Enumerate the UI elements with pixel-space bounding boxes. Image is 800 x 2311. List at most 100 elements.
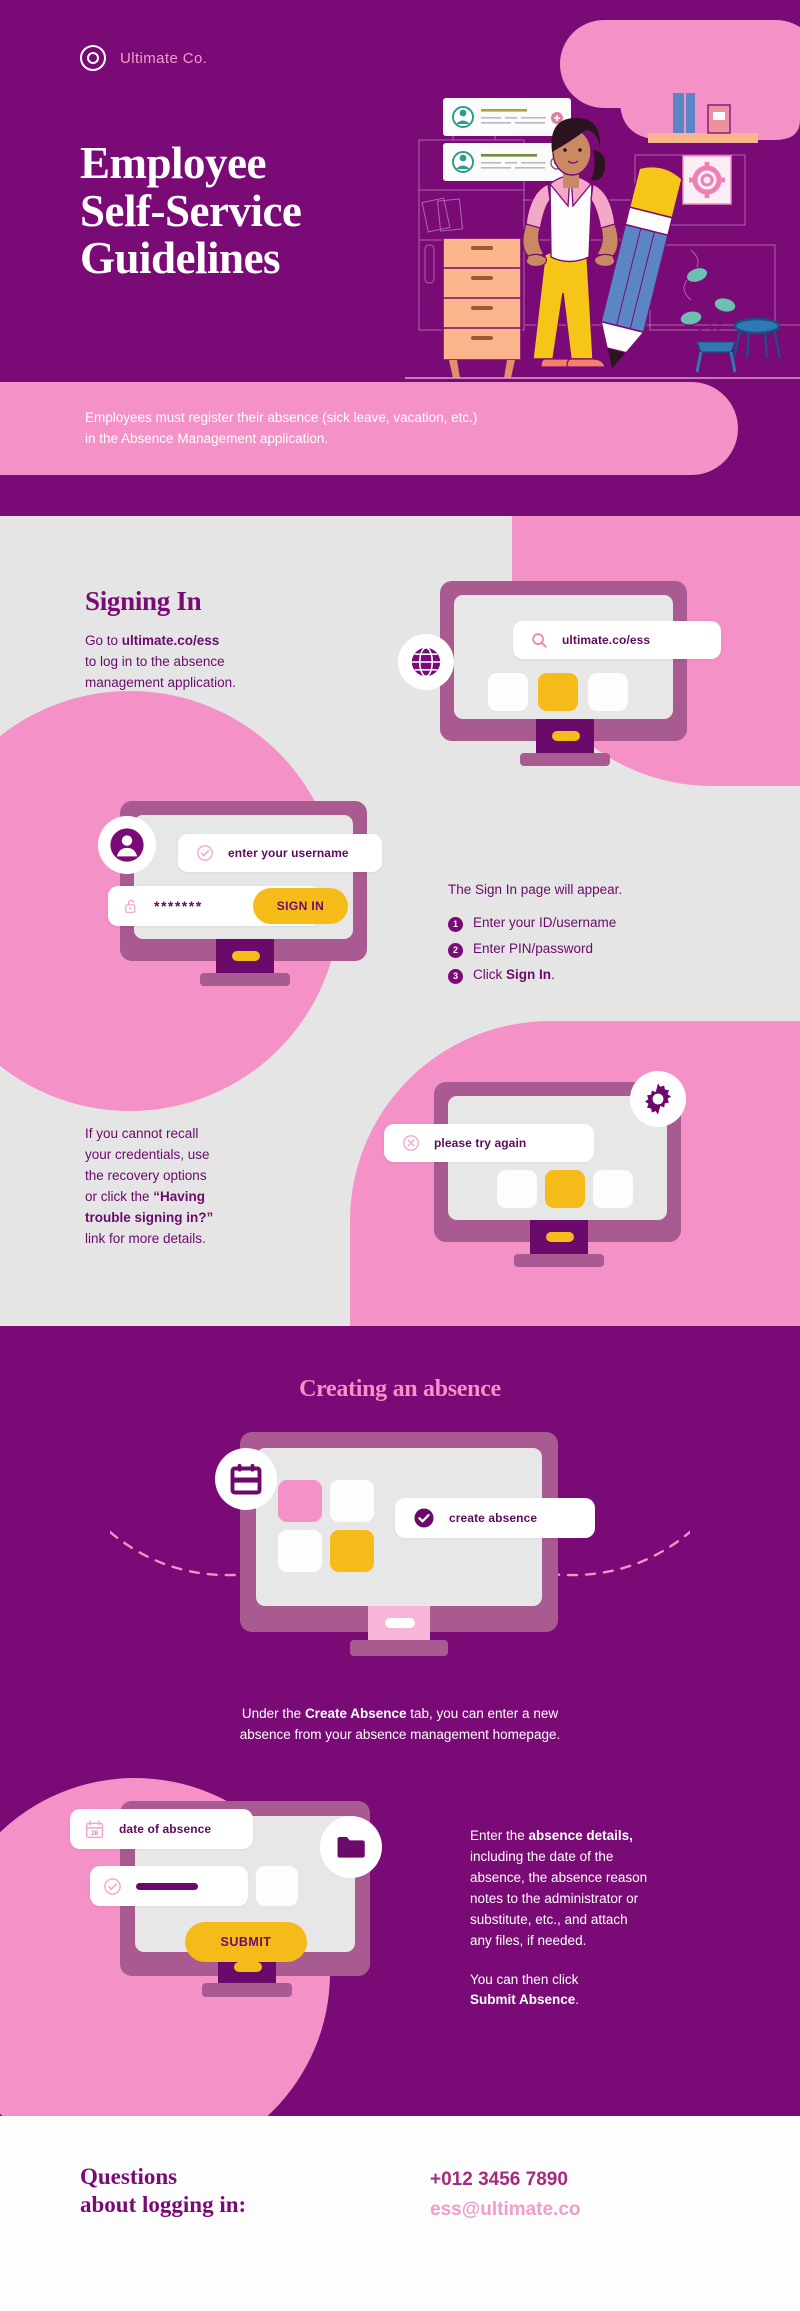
page-title-line-1: Employee xyxy=(80,138,266,188)
url-monitor xyxy=(440,581,687,766)
target-icon xyxy=(80,45,106,71)
creating-absence-section: Creating an absence create absence Under xyxy=(0,1326,800,2116)
gear-icon xyxy=(644,1083,672,1115)
screen-tile-4 xyxy=(330,1530,374,1572)
screen-tile-3 xyxy=(278,1530,322,1572)
submit-button[interactable]: SUBMIT xyxy=(185,1922,307,1962)
step-number: 3 xyxy=(448,968,463,984)
date-of-absence-label: date of absence xyxy=(119,1822,212,1836)
check-circle-filled-icon xyxy=(414,1508,434,1528)
monitor-base xyxy=(350,1640,448,1656)
details-prefix: Enter the xyxy=(470,1828,529,1843)
step-text: Click Sign In. xyxy=(473,967,555,982)
error-message-text: please try again xyxy=(434,1136,527,1150)
recovery-link-part-1[interactable]: “Having xyxy=(153,1189,205,1204)
calendar-icon xyxy=(230,1464,262,1495)
recovery-line-6: link for more details. xyxy=(85,1230,206,1246)
caption-bold: Create Absence xyxy=(304,1706,407,1721)
step-number: 2 xyxy=(448,942,463,958)
caption-prefix: Under the xyxy=(241,1706,305,1721)
sign-in-button[interactable]: SIGN IN xyxy=(253,888,348,924)
details-line-3: absence, the absence reason xyxy=(470,1869,648,1885)
recovery-line-2: your credentials, use xyxy=(85,1146,210,1162)
signing-in-section: Signing In Go to ultimate.co/ess to log … xyxy=(0,516,800,1326)
page-title-line-2: Self-Service xyxy=(80,185,302,236)
folder-icon xyxy=(337,1836,365,1858)
search-icon xyxy=(532,632,547,648)
brand-logo[interactable]: Ultimate Co. xyxy=(80,45,207,71)
footer-question-line-1: Questions xyxy=(80,2164,178,2189)
sign-in-button-label: SIGN IN xyxy=(276,899,325,913)
url-value: ultimate.co/ess xyxy=(562,633,651,647)
submit-absence-paragraph: You can then click Submit Absence. xyxy=(470,1970,740,2012)
absence-reason-field[interactable] xyxy=(90,1866,248,1906)
x-circle-icon xyxy=(403,1135,419,1151)
step-item: 1 Enter your ID/username xyxy=(448,915,738,932)
screen-tile-2 xyxy=(538,673,578,711)
step-text-bold: Sign In xyxy=(506,966,551,982)
globe-badge xyxy=(398,634,454,690)
recovery-line-3: the recovery options xyxy=(85,1167,207,1183)
login-monitor xyxy=(120,801,367,986)
submit-hint-suffix: . xyxy=(575,1992,580,2008)
footer-email[interactable]: ess@ultimate.co xyxy=(430,2199,581,2221)
screen-tile-1 xyxy=(497,1170,537,1208)
calendar-badge xyxy=(215,1448,277,1510)
monitor-base xyxy=(520,753,610,766)
calendar-28-icon: 28 xyxy=(85,1819,104,1838)
username-field[interactable]: enter your username xyxy=(178,834,382,872)
create-absence-tab-label: create absence xyxy=(449,1511,538,1525)
hero-illustration xyxy=(405,60,800,379)
date-of-absence-field[interactable]: 28 date of absence xyxy=(70,1809,253,1849)
folder-badge xyxy=(320,1816,382,1878)
caption-suffix: tab, you can enter a new xyxy=(406,1706,559,1721)
details-line-2: including the date of the xyxy=(470,1848,614,1864)
footer-question-line-2: about logging in: xyxy=(80,2191,247,2217)
absence-details-paragraph: Enter the absence details, including the… xyxy=(470,1826,740,1952)
username-placeholder: enter your username xyxy=(228,846,349,860)
user-avatar-icon xyxy=(110,828,144,862)
section-heading-signing-in: Signing In xyxy=(85,586,202,616)
monitor-power-led xyxy=(232,951,260,961)
footer-section: Questions about logging in: +012 3456 78… xyxy=(0,2116,800,2311)
step-text-prefix: Click xyxy=(473,966,506,982)
monitor-base xyxy=(200,973,290,986)
step-number: 1 xyxy=(448,916,463,932)
monitor-power-led xyxy=(546,1232,574,1242)
hero-banner-text: Employees must register their absence (s… xyxy=(85,408,685,450)
footer-question: Questions about logging in: xyxy=(80,2163,246,2218)
url-search-field[interactable]: ultimate.co/ess xyxy=(513,621,721,659)
unlock-icon xyxy=(125,899,136,914)
step-text-suffix: . xyxy=(551,966,555,982)
caption-line-2: absence from your absence management hom… xyxy=(239,1726,561,1742)
screen-tile-1 xyxy=(488,673,528,711)
screen-tile-3 xyxy=(588,673,628,711)
monitor-base xyxy=(514,1254,604,1267)
screen-tile-2 xyxy=(330,1480,374,1522)
monitor-power-led xyxy=(385,1618,415,1628)
attachment-field[interactable] xyxy=(256,1866,298,1906)
recovery-link-part-2[interactable]: trouble signing in?” xyxy=(85,1210,213,1225)
password-masked-value: ******* xyxy=(154,898,203,914)
intro-line-3: management application. xyxy=(85,674,236,690)
gear-badge xyxy=(630,1071,686,1127)
intro-prefix: Go to xyxy=(85,633,122,648)
section-heading-creating-absence: Creating an absence xyxy=(299,1376,501,1402)
brand-name: Ultimate Co. xyxy=(120,49,208,67)
footer-phone[interactable]: +012 3456 7890 xyxy=(430,2169,568,2191)
details-bold: absence details, xyxy=(528,1828,633,1843)
check-circle-icon xyxy=(104,1877,121,1895)
submit-hint-line-1: You can then click xyxy=(470,1971,579,1987)
step-text: Enter PIN/password xyxy=(473,940,594,956)
hero-banner-line-1: Employees must register their absence (s… xyxy=(85,410,478,425)
create-absence-tab[interactable]: create absence xyxy=(395,1498,595,1538)
recovery-line-4: or click the xyxy=(85,1188,154,1204)
steps-intro: The Sign In page will appear. xyxy=(448,882,623,897)
error-message-chip: please try again xyxy=(384,1124,594,1162)
hero-banner: Employees must register their absence (s… xyxy=(0,382,738,475)
sign-in-steps-list: 1 Enter your ID/username 2 Enter PIN/pas… xyxy=(448,915,738,984)
check-circle-icon xyxy=(197,845,213,861)
recovery-line-1: If you cannot recall xyxy=(85,1126,199,1141)
page-title: Employee Self-Service Guidelines xyxy=(80,138,410,283)
recovery-paragraph: If you cannot recall your credentials, u… xyxy=(85,1124,315,1250)
